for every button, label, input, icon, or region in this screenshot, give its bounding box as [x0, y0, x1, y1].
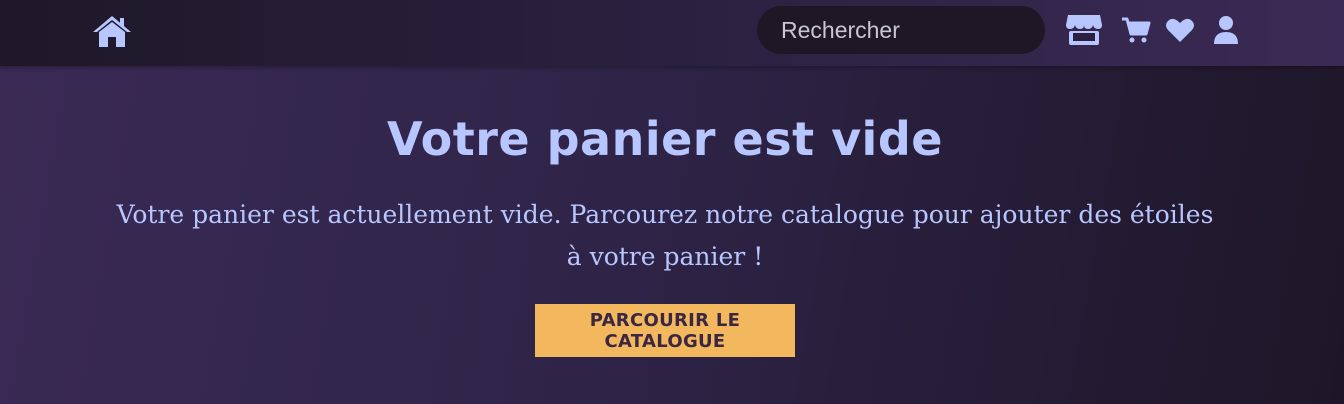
home-button[interactable]: [90, 12, 134, 50]
account-button[interactable]: [1210, 10, 1242, 50]
empty-cart-message: Votre panier est actuellement vide. Parc…: [116, 200, 1214, 271]
browse-catalog-button[interactable]: PARCOURIR LE CATALOGUE: [535, 304, 795, 357]
heart-icon: [1166, 18, 1194, 42]
cart-button[interactable]: [1120, 10, 1152, 50]
store-icon: [1066, 15, 1102, 45]
favorites-button[interactable]: [1164, 10, 1196, 50]
home-icon: [93, 16, 131, 47]
cart-icon: [1122, 17, 1151, 43]
top-nav-bar: [0, 0, 1344, 66]
page-title: Votre panier est vide: [387, 112, 943, 166]
browse-catalog-label: PARCOURIR LE CATALOGUE: [589, 309, 741, 352]
search-input[interactable]: [757, 6, 1045, 54]
store-button[interactable]: [1064, 10, 1104, 50]
user-icon: [1214, 16, 1238, 44]
